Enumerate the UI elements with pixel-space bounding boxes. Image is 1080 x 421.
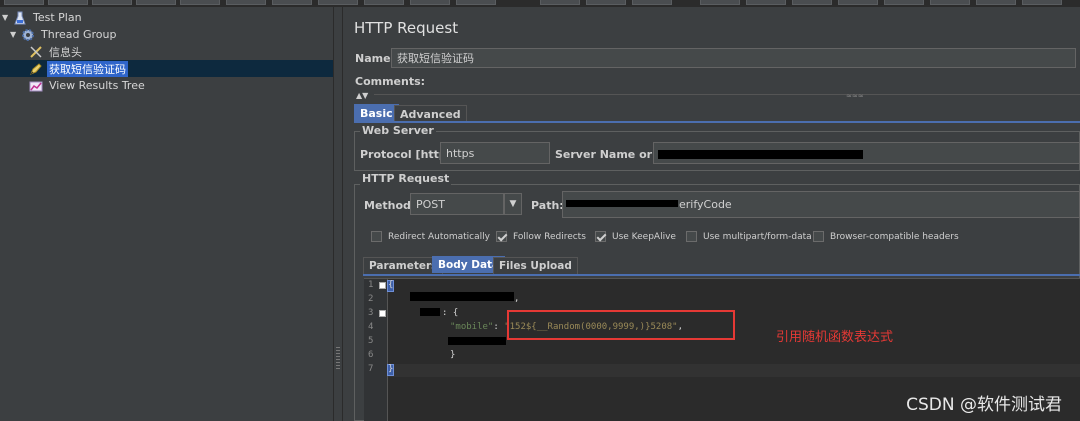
web-server-title: Web Server (360, 124, 436, 137)
code-line-3: : { (442, 308, 459, 318)
test-plan-icon (12, 11, 28, 25)
method-value: POST (416, 197, 445, 211)
chart-icon (28, 79, 44, 93)
line-number: 5 (368, 336, 374, 346)
method-select[interactable]: POST (410, 193, 504, 215)
checkbox-box (813, 231, 824, 242)
protocol-value: https (446, 146, 475, 160)
comments-label: Comments: (355, 75, 426, 88)
collapse-arrows-icon[interactable]: ▲▼ (356, 91, 368, 100)
tab-files-upload[interactable]: Files Upload (493, 257, 578, 274)
current-line-highlight (388, 364, 1080, 377)
line-number: 3 (368, 308, 374, 318)
code-line-2: , (514, 294, 520, 304)
json-key: "mobile" (450, 322, 494, 332)
tree-item-header-manager[interactable]: 信息头 (28, 43, 84, 60)
tree-item-label: View Results Tree (49, 79, 145, 92)
checkbox-label: Use multipart/form-data (703, 231, 812, 242)
path-value: erifyCode (679, 198, 732, 211)
tree-item-label: 获取短信验证码 (47, 60, 128, 77)
checkbox-box (371, 231, 382, 242)
tree-item-thread-group[interactable]: ▼ Thread Group (10, 26, 118, 43)
line-number: 6 (368, 350, 374, 360)
tab-basic[interactable]: Basic (354, 104, 399, 121)
watermark: CSDN @软件测试君 (906, 395, 1062, 415)
line-number: 2 (368, 294, 374, 304)
protocol-input[interactable]: https (440, 142, 550, 164)
http-request-title: HTTP Request (360, 172, 452, 185)
checkbox-label: Follow Redirects (513, 231, 586, 242)
annotation-highlight-box (507, 310, 735, 340)
toolbar-strip (0, 0, 1080, 7)
code-line-1: { (388, 280, 394, 290)
annotation-text: 引用随机函数表达式 (776, 330, 894, 345)
browser-compatible-checkbox[interactable]: Browser-compatible headers (813, 231, 959, 242)
header-manager-icon (28, 45, 44, 59)
line-number-gutter: 1 2 3 4 5 6 7 (364, 279, 388, 421)
fold-toggle-icon[interactable] (379, 310, 386, 317)
sampler-pencil-icon (28, 62, 44, 76)
redacted-server (658, 150, 863, 159)
code-line-6: } (450, 350, 456, 360)
name-value: 获取短信验证码 (397, 52, 474, 65)
tab-advanced[interactable]: Advanced (394, 105, 467, 122)
tree-item-label: Thread Group (41, 28, 117, 41)
redacted-code (410, 292, 514, 301)
use-keepalive-checkbox[interactable]: Use KeepAlive (595, 231, 676, 242)
expand-arrow-icon[interactable]: ▼ (2, 13, 12, 22)
tree-item-label: 信息头 (49, 45, 82, 59)
fold-toggle-icon[interactable] (379, 282, 386, 289)
checkbox-label: Redirect Automatically (388, 231, 490, 242)
page-title: HTTP Request (354, 19, 459, 37)
chevron-down-icon[interactable]: ▼ (504, 193, 522, 215)
json-colon: : (493, 322, 505, 332)
multipart-checkbox[interactable]: Use multipart/form-data (686, 231, 812, 242)
tree-item-sms-code-request[interactable]: 获取短信验证码 (0, 60, 333, 77)
splitter-handle[interactable] (333, 7, 343, 421)
test-plan-tree: ▼ Test Plan ▼ Thread Group 信息头 获取短信验证码 V… (0, 7, 333, 421)
name-label: Name: (355, 52, 395, 65)
redacted-path (566, 200, 678, 207)
line-number: 1 (368, 280, 374, 290)
checkbox-box (496, 231, 507, 242)
code-line-7: } (388, 364, 394, 374)
gear-icon (20, 28, 36, 42)
name-field[interactable]: 获取短信验证码 (391, 48, 1076, 68)
checkbox-box (686, 231, 697, 242)
method-label: Method: (364, 199, 416, 212)
tree-item-label: Test Plan (33, 11, 82, 24)
redacted-code (420, 308, 440, 316)
follow-redirects-checkbox[interactable]: Follow Redirects (496, 231, 586, 242)
line-number: 7 (368, 364, 374, 374)
checkbox-label: Use KeepAlive (612, 231, 676, 242)
resize-grip-icon[interactable]: ≈≈≈ (846, 92, 864, 100)
checkbox-label: Browser-compatible headers (830, 231, 959, 242)
tree-item-view-results-tree[interactable]: View Results Tree (28, 77, 147, 94)
redirect-automatically-checkbox[interactable]: Redirect Automatically (371, 231, 490, 242)
tree-item-test-plan[interactable]: ▼ Test Plan (2, 9, 84, 26)
redacted-code (448, 337, 506, 345)
checkbox-box (595, 231, 606, 242)
expand-arrow-icon[interactable]: ▼ (10, 30, 20, 39)
line-number: 4 (368, 322, 374, 332)
path-label: Path: (531, 199, 564, 212)
